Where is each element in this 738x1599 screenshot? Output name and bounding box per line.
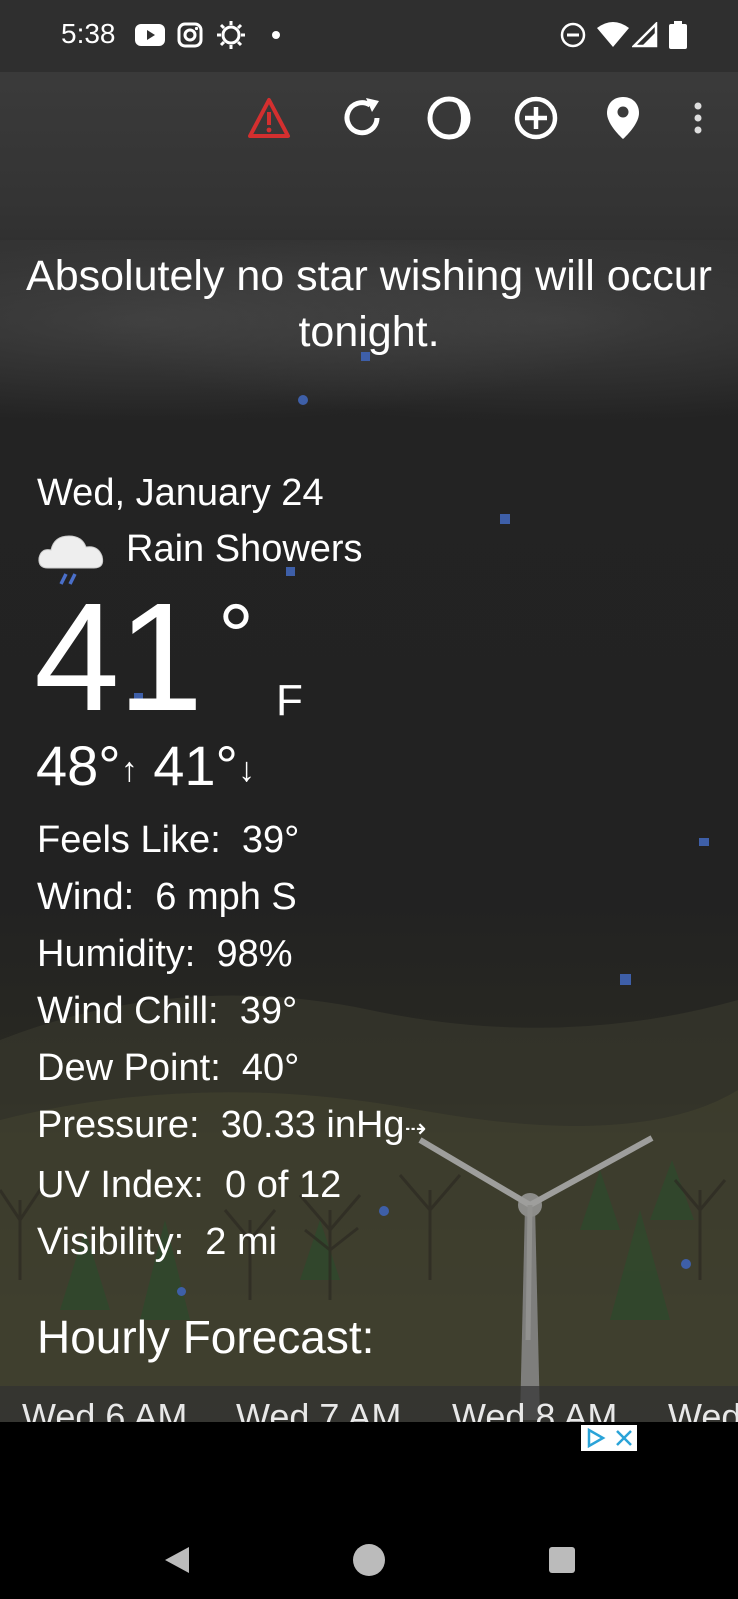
ad-choices[interactable] bbox=[581, 1425, 637, 1451]
detail-value: 39° bbox=[239, 990, 298, 1032]
detail-uv-index: UV Index: 0 of 12 bbox=[37, 1157, 426, 1214]
current-date: Wed, January 24 bbox=[37, 472, 324, 514]
hour-item[interactable]: Wed 7 AM bbox=[236, 1396, 401, 1422]
detail-value: 30.33 inHg bbox=[220, 1104, 405, 1146]
status-time: 5:38 bbox=[61, 18, 116, 49]
rain-particle bbox=[620, 974, 631, 985]
detail-label: UV Index: bbox=[37, 1164, 204, 1206]
temperature-degree: ° bbox=[218, 587, 254, 687]
weather-details: Feels Like: 39° Wind: 6 mph S Humidity: … bbox=[37, 812, 426, 1271]
detail-label: Wind Chill: bbox=[37, 990, 219, 1032]
detail-wind: Wind: 6 mph S bbox=[37, 869, 426, 926]
detail-value: 39° bbox=[241, 819, 300, 861]
home-icon[interactable] bbox=[349, 1540, 389, 1580]
rain-particle bbox=[500, 514, 510, 524]
dot-icon bbox=[270, 20, 282, 50]
low-temperature: 41° bbox=[153, 734, 238, 797]
pressure-trend-icon: ⇢ bbox=[404, 1113, 427, 1143]
rain-particle bbox=[699, 838, 709, 846]
status-bar: 5:38 bbox=[0, 0, 738, 72]
hour-item[interactable]: Wed bbox=[668, 1396, 738, 1422]
battery-icon bbox=[668, 20, 688, 50]
current-temperature: 41 bbox=[34, 571, 203, 743]
detail-label: Visibility: bbox=[37, 1221, 185, 1263]
back-icon[interactable] bbox=[157, 1540, 197, 1580]
detail-dew-point: Dew Point: 40° bbox=[37, 1040, 426, 1097]
youtube-icon bbox=[134, 20, 166, 50]
signal-icon bbox=[632, 20, 658, 50]
rain-particle bbox=[298, 395, 308, 405]
location-pin-icon[interactable] bbox=[599, 94, 647, 142]
detail-value: 2 mi bbox=[205, 1221, 278, 1263]
moon-phase-icon[interactable] bbox=[425, 94, 473, 142]
condition-label: Rain Showers bbox=[126, 528, 363, 570]
detail-label: Dew Point: bbox=[37, 1047, 221, 1089]
wifi-icon bbox=[597, 20, 629, 50]
detail-wind-chill: Wind Chill: 39° bbox=[37, 983, 426, 1040]
detail-value: 6 mph S bbox=[155, 876, 297, 918]
more-options-icon[interactable] bbox=[676, 94, 720, 142]
detail-visibility: Visibility: 2 mi bbox=[37, 1214, 426, 1271]
detail-label: Pressure: bbox=[37, 1104, 200, 1146]
refresh-icon[interactable] bbox=[338, 94, 386, 142]
detail-humidity: Humidity: 98% bbox=[37, 926, 426, 983]
detail-value: 0 of 12 bbox=[225, 1164, 342, 1206]
brightness-icon bbox=[216, 20, 246, 50]
detail-pressure: Pressure: 30.33 inHg⇢ bbox=[37, 1097, 426, 1157]
detail-label: Wind: bbox=[37, 876, 135, 918]
high-low-temperature: 48°↑ 41°↓ bbox=[36, 736, 255, 800]
hourly-forecast-strip[interactable]: Wed 6 AM Wed 7 AM Wed 8 AM Wed bbox=[0, 1386, 738, 1422]
rain-particle bbox=[681, 1259, 691, 1269]
detail-feels-like: Feels Like: 39° bbox=[37, 812, 426, 869]
add-location-icon[interactable] bbox=[512, 94, 560, 142]
weather-screen: 5:38 Absolutely no star wishing will occ… bbox=[0, 0, 738, 1599]
do-not-disturb-icon bbox=[559, 20, 587, 50]
adchoices-icon[interactable] bbox=[585, 1428, 607, 1448]
hour-item[interactable]: Wed 8 AM bbox=[452, 1396, 617, 1422]
detail-label: Feels Like: bbox=[37, 819, 221, 861]
detail-label: Humidity: bbox=[37, 933, 196, 975]
high-temperature: 48° bbox=[36, 734, 121, 797]
instagram-icon bbox=[176, 20, 204, 50]
arrow-down-icon: ↓ bbox=[237, 751, 255, 790]
recents-icon[interactable] bbox=[542, 1540, 582, 1580]
forecast-headline: Absolutely no star wishing will occur to… bbox=[26, 252, 712, 356]
hour-item[interactable]: Wed 6 AM bbox=[22, 1396, 187, 1422]
detail-value: 98% bbox=[216, 933, 293, 975]
detail-value: 40° bbox=[241, 1047, 300, 1089]
arrow-up-icon: ↑ bbox=[120, 751, 138, 790]
close-icon[interactable] bbox=[615, 1429, 633, 1447]
hourly-forecast-title: Hourly Forecast: bbox=[37, 1311, 375, 1363]
temperature-unit: F bbox=[276, 676, 303, 725]
alert-warning-icon[interactable] bbox=[245, 94, 293, 142]
rain-particle bbox=[177, 1287, 186, 1296]
